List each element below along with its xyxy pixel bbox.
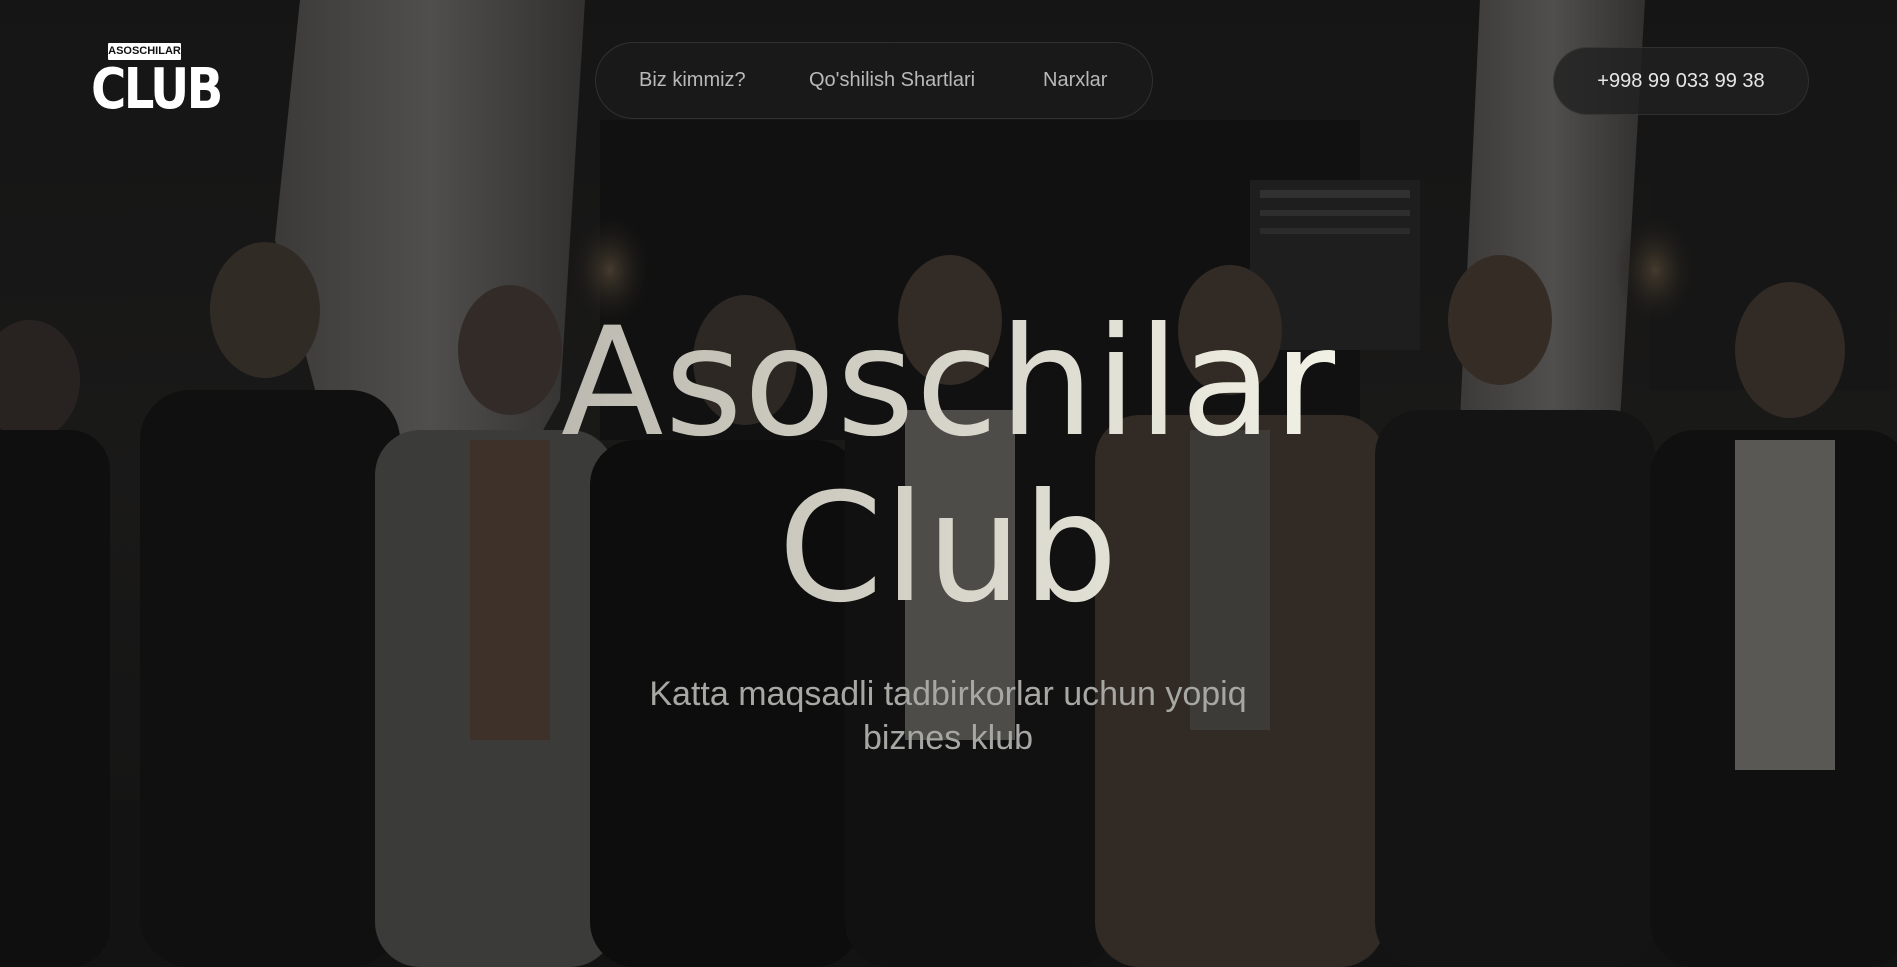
hero-title: Asoschilar Club [0, 300, 1897, 632]
hero-title-line-2: Club [778, 462, 1119, 636]
phone-button[interactable]: +998 99 033 99 38 [1553, 47, 1809, 115]
hero-title-line-1: Asoschilar [560, 296, 1337, 470]
hero-subtitle: Katta maqsadli tadbirkorlar uchun yopiq … [649, 675, 1247, 757]
nav-link-about[interactable]: Biz kimmiz? [639, 43, 746, 118]
nav-link-membership-terms[interactable]: Qo'shilish Shartlari [809, 43, 975, 118]
site-logo[interactable]: ASOSCHILAR CLUB [91, 43, 223, 122]
logo-main-text: CLUB [91, 57, 223, 122]
nav-link-prices[interactable]: Narxlar [1043, 43, 1107, 118]
main-navigation: Biz kimmiz? Qo'shilish Shartlari Narxlar [595, 42, 1153, 119]
hero-section: ASOSCHILAR CLUB Biz kimmiz? Qo'shilish S… [0, 0, 1897, 967]
